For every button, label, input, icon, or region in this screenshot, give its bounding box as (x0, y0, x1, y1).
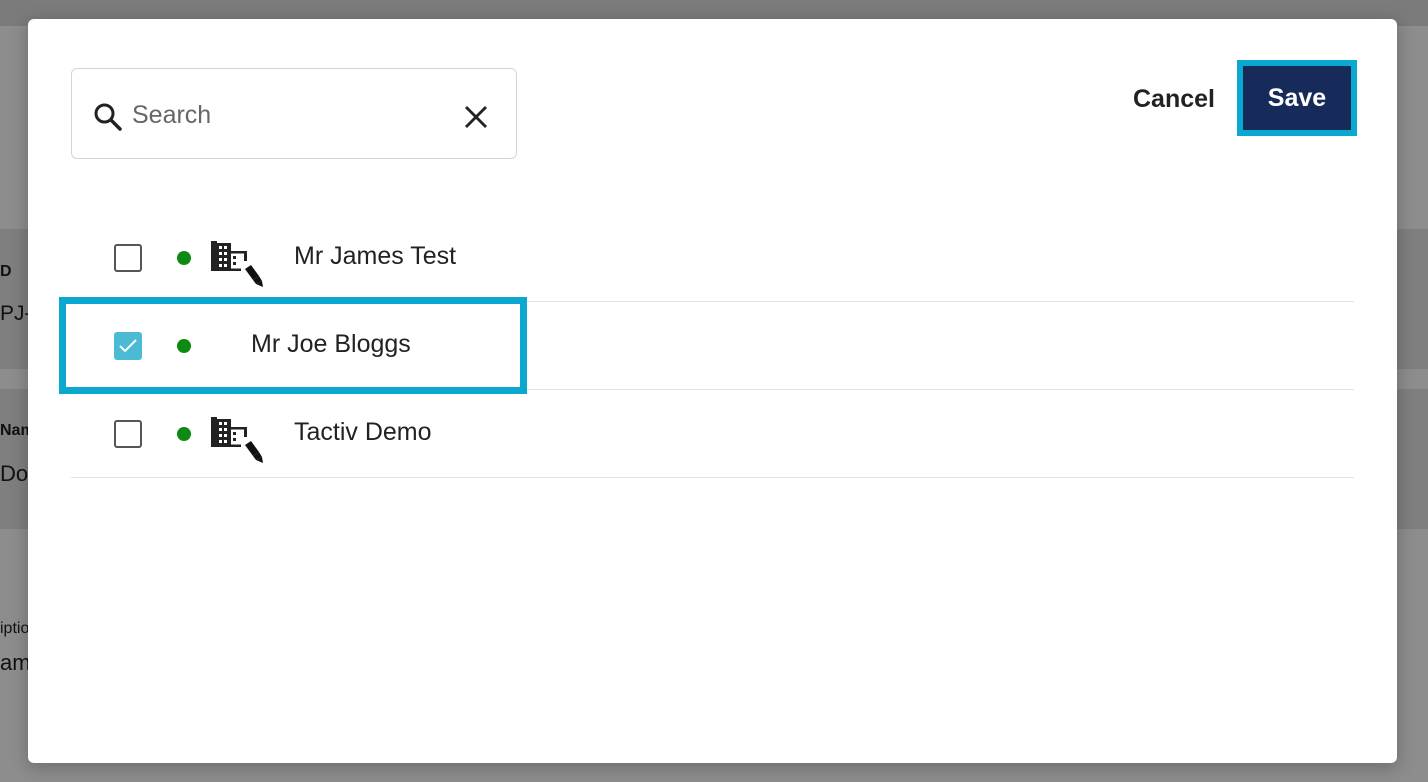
row-checkbox[interactable] (114, 244, 142, 272)
status-dot (177, 339, 191, 353)
company-edit-icon (211, 241, 263, 287)
company-edit-icon (211, 417, 263, 463)
save-button[interactable]: Save (1237, 60, 1357, 136)
contact-name: Mr Joe Bloggs (251, 330, 411, 358)
contact-name: Tactiv Demo (294, 418, 432, 446)
checkmark-icon (119, 339, 137, 353)
search-input[interactable] (132, 95, 432, 135)
close-icon[interactable] (462, 103, 490, 131)
list-item[interactable]: Mr Joe Bloggs (71, 302, 1354, 390)
search-icon (94, 103, 122, 131)
row-checkbox[interactable] (114, 420, 142, 448)
list-item[interactable]: Tactiv Demo (71, 390, 1354, 478)
status-dot (177, 251, 191, 265)
select-contacts-dialog: Cancel Save (28, 19, 1397, 763)
list-item[interactable]: Mr James Test (71, 214, 1354, 302)
cancel-button[interactable]: Cancel (1121, 77, 1227, 121)
contact-list: Mr James Test Mr Joe Bloggs Tactiv Demo (71, 214, 1354, 478)
search-field[interactable] (71, 68, 517, 159)
background-value: PJ- (0, 302, 32, 325)
background-label: iptio (0, 620, 30, 637)
status-dot (177, 427, 191, 441)
contact-name: Mr James Test (294, 242, 457, 270)
row-checkbox[interactable] (114, 332, 142, 360)
background-label: D (0, 263, 12, 280)
background-value: am (0, 650, 31, 675)
